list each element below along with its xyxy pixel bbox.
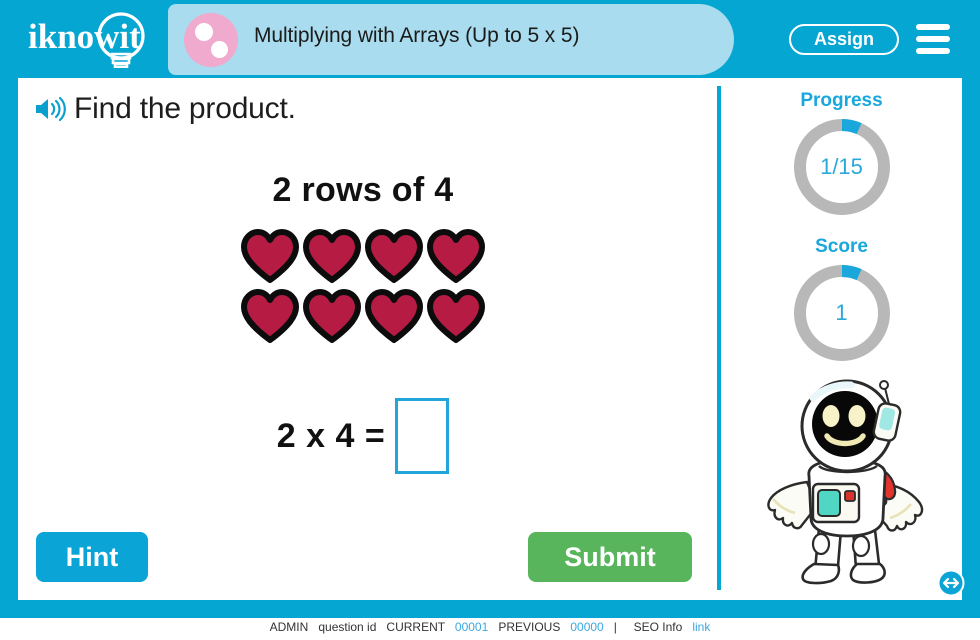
astronaut-mascot xyxy=(767,379,924,585)
svg-text:iknowit: iknowit xyxy=(28,17,141,56)
array-row xyxy=(239,286,487,346)
score-ring: 1 xyxy=(789,260,895,366)
speaker-audio-icon[interactable] xyxy=(34,96,68,122)
iknowit-logo[interactable]: iknowit xyxy=(22,12,162,68)
footer-admin-label: ADMIN xyxy=(269,620,309,634)
heart-icon xyxy=(241,229,299,283)
answer-input[interactable] xyxy=(395,398,450,474)
instruction-text: Find the product. xyxy=(74,92,296,125)
iknowit-practice-app: iknowit Multiplying with Arrays (Up to 5… xyxy=(0,0,980,640)
progress-value: 1/15 xyxy=(820,154,863,179)
two-dots-circle-icon xyxy=(184,13,238,67)
footer-separator: | xyxy=(613,620,617,634)
footer-current-value[interactable]: 00001 xyxy=(455,620,488,634)
footer-previous-value[interactable]: 00000 xyxy=(570,620,603,634)
heart-icon xyxy=(427,229,485,283)
submit-button[interactable]: Submit xyxy=(528,532,692,582)
admin-footer: ADMIN question id CURRENT 00001 PREVIOUS… xyxy=(0,618,980,640)
progress-meter: Progress 1/15 xyxy=(721,90,962,220)
progress-ring: 1/15 xyxy=(789,114,895,220)
admin-footer-line: ADMIN question id CURRENT 00001 PREVIOUS… xyxy=(0,620,980,634)
score-label: Score xyxy=(815,236,868,257)
array-row xyxy=(239,226,487,286)
app-header: iknowit Multiplying with Arrays (Up to 5… xyxy=(0,0,980,78)
footer-previous-label: PREVIOUS xyxy=(498,620,561,634)
topic-banner: Multiplying with Arrays (Up to 5 x 5) xyxy=(168,4,734,75)
footer-seo-link[interactable]: link xyxy=(692,620,710,634)
score-value: 1 xyxy=(835,300,848,325)
array-grid xyxy=(18,226,708,346)
resize-horizontal-icon[interactable] xyxy=(936,568,966,598)
content-area: Find the product. 2 rows of 4 2 x 4 = Hi… xyxy=(18,78,965,600)
footer-current-label: CURRENT xyxy=(386,620,445,634)
assign-button[interactable]: Assign xyxy=(789,24,899,55)
progress-label: Progress xyxy=(800,90,883,111)
question-instruction-row: Find the product. xyxy=(34,92,296,126)
heart-icon xyxy=(303,229,361,283)
heart-icon xyxy=(303,289,361,343)
hint-button[interactable]: Hint xyxy=(36,532,148,582)
status-rail: Progress 1/15 Score 1 xyxy=(721,78,965,600)
heart-icon xyxy=(365,229,423,283)
footer-seo-label: SEO Info xyxy=(633,620,683,634)
footer-question-label: question id xyxy=(318,620,377,634)
heart-icon xyxy=(427,289,485,343)
score-meter: Score 1 xyxy=(721,236,962,366)
hamburger-menu-icon[interactable] xyxy=(916,24,950,54)
logo-lightbulb-icon: iknowit xyxy=(28,12,145,68)
array-prompt-text: 2 rows of 4 xyxy=(272,171,454,209)
heart-icon xyxy=(365,289,423,343)
topic-title: Multiplying with Arrays (Up to 5 x 5) xyxy=(254,24,580,47)
equation-row: 2 x 4 = xyxy=(18,398,708,474)
equation-text: 2 x 4 = xyxy=(276,416,386,455)
heart-icon xyxy=(241,289,299,343)
